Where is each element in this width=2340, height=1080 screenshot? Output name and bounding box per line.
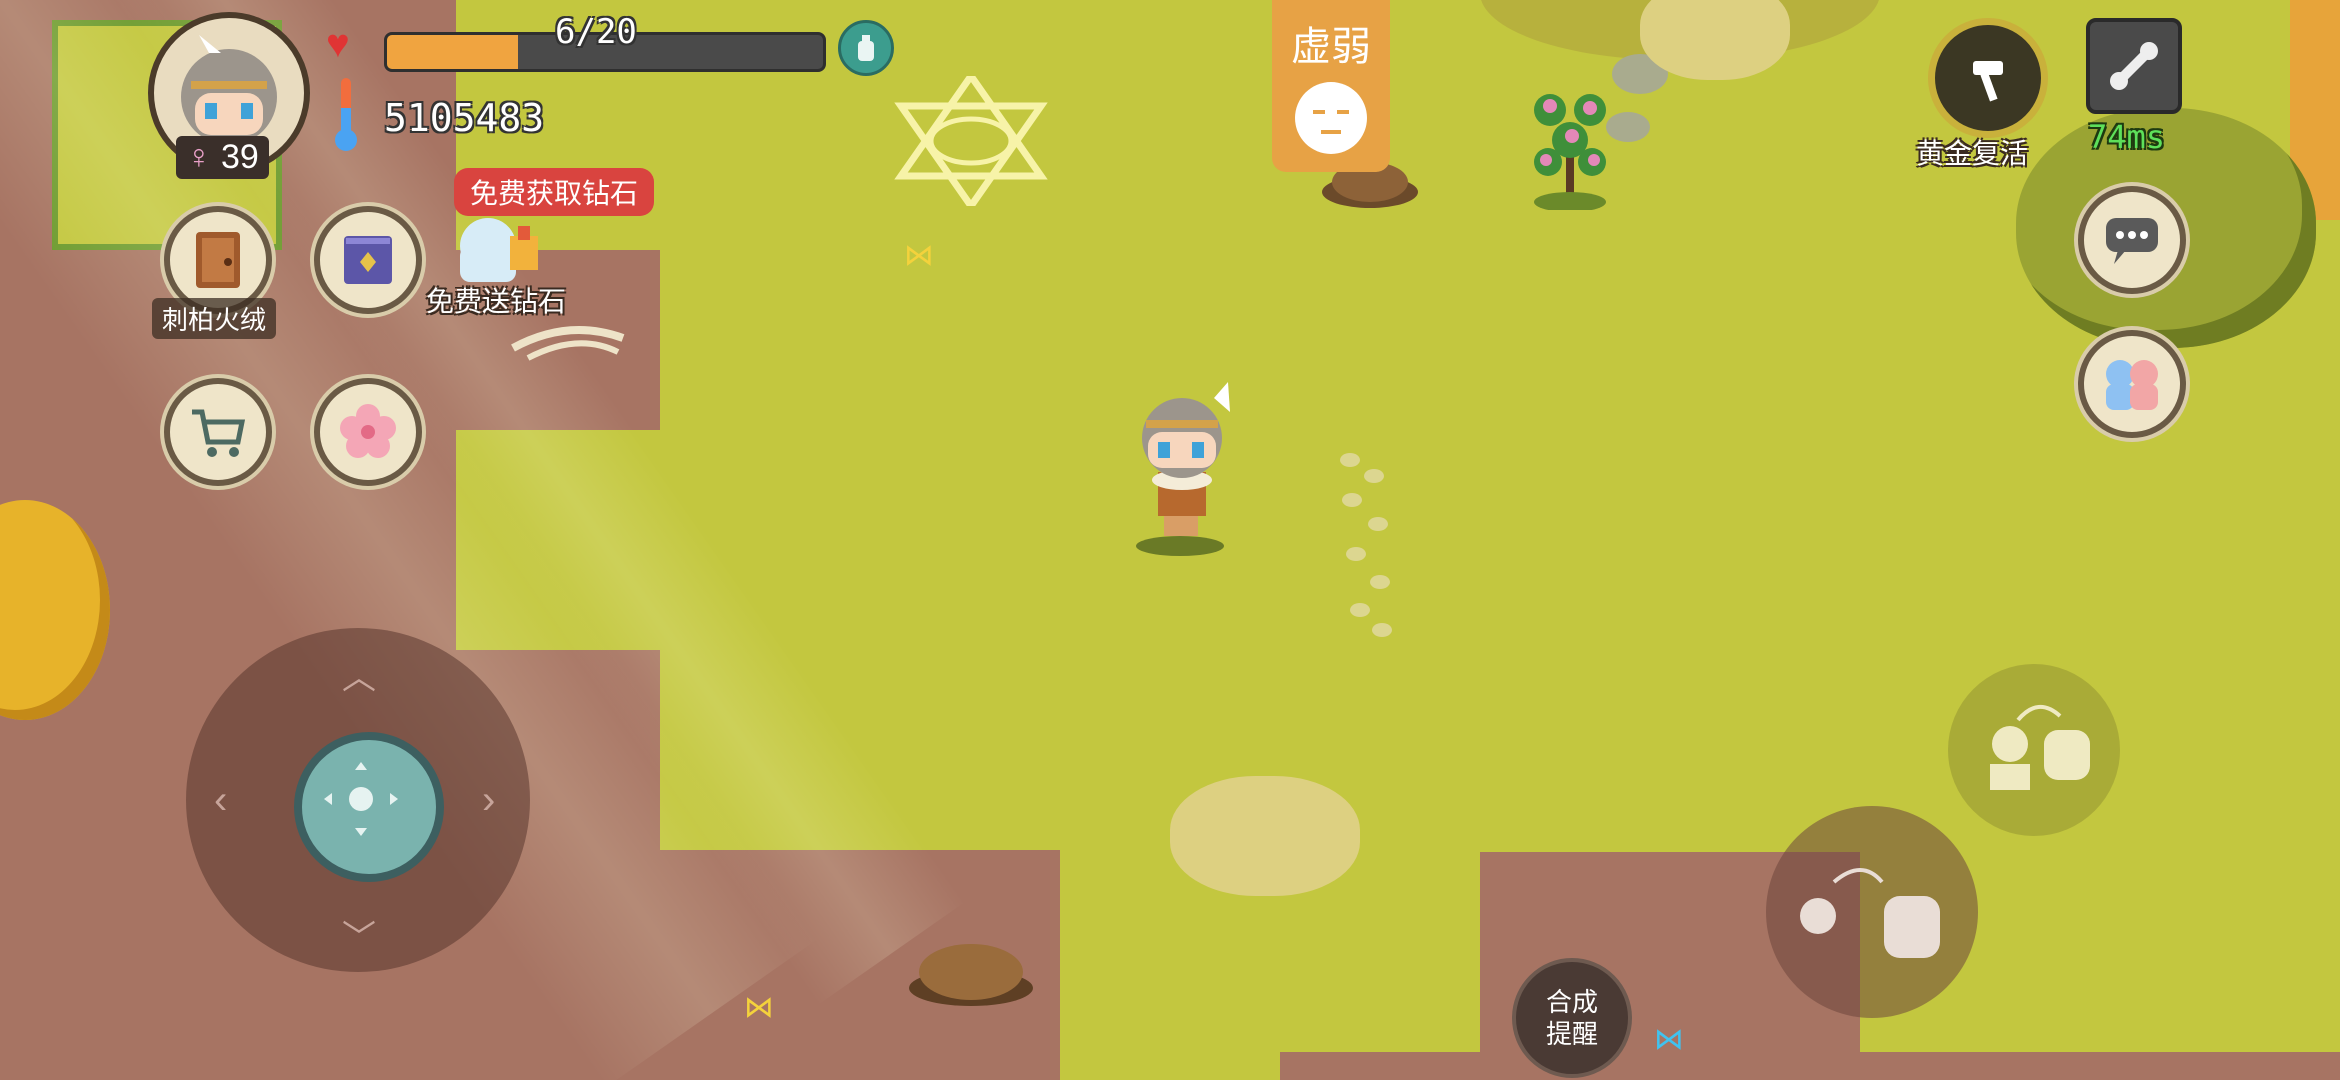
free-diamonds-gift-label: 免费送钻石: [426, 286, 567, 317]
dpad-arrows-icon: [324, 762, 398, 836]
flowering-shrub: [1520, 70, 1620, 210]
shopping-cart-icon: [192, 409, 246, 457]
bottle-icon: [858, 35, 874, 61]
settings-button[interactable]: [2086, 18, 2182, 114]
bone-pile: [508, 318, 628, 362]
player-level: 39: [220, 138, 259, 176]
weak-status-label: 虚弱: [1291, 25, 1371, 69]
network-ping: 74ms: [2088, 118, 2166, 156]
dirt-bottom-right: [1860, 1052, 2340, 1080]
dirt-mound-lower: [906, 934, 1036, 1006]
grass-left-mid: [456, 430, 660, 650]
bottle-button[interactable]: [838, 20, 894, 76]
player-character[interactable]: [1118, 376, 1248, 556]
golden-revive-button[interactable]: [1928, 18, 2048, 138]
health-text: 6/20: [555, 12, 637, 52]
friends-icon: [2106, 360, 2158, 410]
recipe-book-button[interactable]: [314, 206, 422, 314]
chat-button[interactable]: [2078, 186, 2186, 294]
craft-label-line1: 合成: [1545, 987, 1598, 1017]
butterfly-yellow-2: ⋈: [744, 991, 774, 1024]
chevron-left-icon: ‹: [214, 778, 228, 822]
joystick-knob[interactable]: [294, 732, 444, 882]
grab-hand-icon: [1800, 868, 1940, 958]
door-icon: [196, 232, 240, 288]
butterfly-yellow: ⋈: [904, 239, 934, 272]
hay-patch: [1170, 776, 1360, 896]
thermometer-icon: [332, 78, 360, 152]
heart-icon: ♥: [326, 22, 350, 66]
player-portrait-icon: [181, 35, 277, 145]
butterfly-blue: ⋈: [1654, 1023, 1684, 1056]
cherry-blossom-icon: [340, 404, 396, 458]
female-symbol-icon: ♀: [186, 138, 212, 176]
hammer-icon: [1973, 61, 2003, 102]
hay-patch-top: [1640, 0, 1790, 80]
chevron-up-icon: ︿: [342, 659, 376, 697]
footprint-trail: [1330, 450, 1410, 640]
chevron-down-icon: ﹀: [342, 919, 376, 957]
weak-status-badge[interactable]: 虚弱: [1272, 0, 1390, 172]
interact-action-button[interactable]: [1766, 806, 1978, 1018]
chevron-right-icon: ›: [482, 778, 496, 822]
player-level-badge: ♀ 39: [176, 136, 269, 179]
shop-button[interactable]: [164, 378, 272, 486]
friends-button[interactable]: [2078, 330, 2186, 438]
stone-small: [1606, 112, 1650, 142]
chat-bubble-icon: [2106, 218, 2158, 264]
neutral-face-icon: [1295, 82, 1367, 154]
golden-revive-label: 黄金复活: [1916, 138, 2029, 169]
hexagram-magic-circle: [866, 76, 1076, 206]
game-screen: ⋈ ⋈ ⋈ ♀ 39 ♥ 6/20 5105483 免费获取钻石 免费送钻石 刺…: [0, 0, 2340, 1080]
blossom-button[interactable]: [314, 378, 422, 486]
health-bar-fill: [387, 35, 518, 69]
craft-label-line2: 提醒: [1545, 1019, 1598, 1049]
temperature-value: 5105483: [384, 96, 545, 140]
book-icon: [344, 236, 392, 284]
juniper-tinder-label: 刺柏火绒: [152, 298, 277, 339]
yellow-bush: [0, 500, 110, 720]
craft-reminder-button[interactable]: 合成 提醒: [1512, 958, 1632, 1078]
wrench-icon: [2110, 42, 2158, 90]
